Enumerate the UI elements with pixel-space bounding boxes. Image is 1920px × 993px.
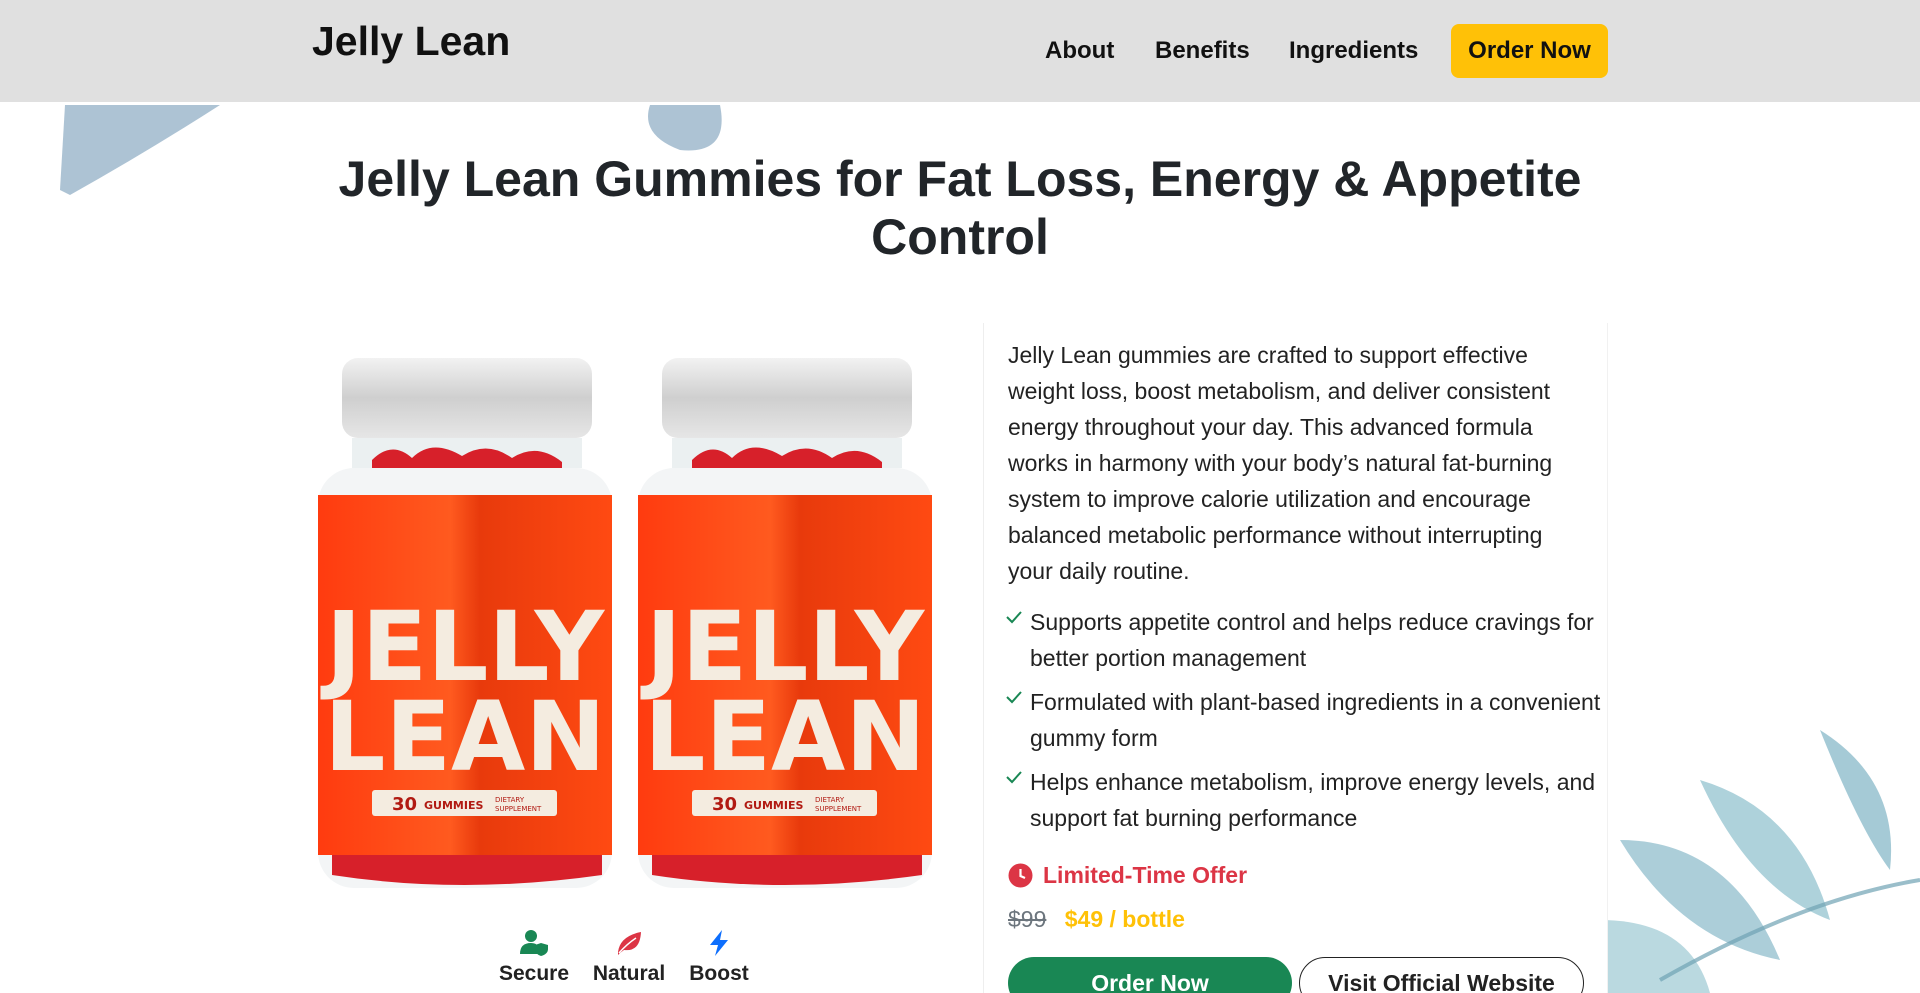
header-order-now-button[interactable]: Order Now	[1451, 24, 1608, 78]
decorative-leaf-bottom-right	[1600, 730, 1920, 993]
main-nav-3: Ingredients	[1289, 24, 1418, 78]
price-block: $99 $49 / bottle	[1008, 906, 1185, 933]
brand-logo[interactable]: Jelly Lean	[312, 18, 510, 65]
nav-link-about[interactable]: About	[1045, 37, 1114, 65]
jar-left-count: 30	[392, 794, 417, 815]
user-shield-icon	[520, 930, 548, 956]
jar-right-tag1: DIETARY	[815, 796, 845, 804]
nav-link-ingredients[interactable]: Ingredients	[1289, 37, 1418, 65]
jar-right-tag2: SUPPLEMENT	[815, 805, 862, 813]
product-jar-left: JELLY LEAN 30 GUMMIES DIETARY SUPPLEMENT	[318, 358, 612, 888]
list-item: Supports appetite control and helps redu…	[1006, 604, 1606, 676]
leaf-icon	[618, 932, 641, 955]
offer-label: Limited-Time Offer	[1043, 862, 1248, 888]
site-header: Jelly Lean About Benefits Ingredients Or…	[0, 0, 1920, 102]
list-item: Formulated with plant-based ingredients …	[1006, 684, 1606, 756]
price-new: $49 / bottle	[1064, 906, 1185, 932]
check-icon	[1006, 691, 1022, 704]
jar-left-line2: LEAN	[324, 681, 605, 793]
product-jar-right: JELLY LEAN 30 GUMMIES DIETARY SUPPLEMENT	[638, 358, 932, 888]
jar-right-line2: LEAN	[644, 681, 925, 793]
product-description: Jelly Lean gummies are crafted to suppor…	[1008, 342, 1553, 584]
bolt-icon	[710, 930, 728, 956]
jar-right-count: 30	[712, 794, 737, 815]
jar-left-count-label: GUMMIES	[424, 799, 483, 812]
visit-official-website-button[interactable]: Visit Official Website	[1299, 957, 1584, 993]
jar-right-count-label: GUMMIES	[744, 799, 803, 812]
benefit-text: Supports appetite control and helps redu…	[1030, 609, 1594, 671]
benefit-text: Helps enhance metabolism, improve energy…	[1030, 769, 1596, 831]
clock-icon	[1008, 863, 1033, 888]
product-image: JELLY LEAN 30 GUMMIES DIETARY SUPPLEMENT…	[318, 358, 932, 888]
benefit-text: Formulated with plant-based ingredients …	[1030, 689, 1601, 751]
main-nav: About	[1045, 24, 1114, 78]
limited-offer: Limited-Time Offer	[1008, 862, 1247, 889]
order-now-button[interactable]: Order Now	[1008, 957, 1292, 993]
main-nav-2: Benefits	[1155, 24, 1250, 78]
page-title: Jelly Lean Gummies for Fat Loss, Energy …	[338, 151, 1582, 265]
benefits-list: Supports appetite control and helps redu…	[1006, 604, 1606, 844]
badge-secure: Secure	[479, 928, 589, 986]
badge-boost: Boost	[664, 928, 774, 986]
list-item: Helps enhance metabolism, improve energy…	[1006, 764, 1606, 836]
check-icon	[1006, 771, 1022, 784]
badge-label-boost: Boost	[689, 962, 749, 985]
check-icon	[1006, 611, 1022, 624]
badge-label-secure: Secure	[498, 962, 570, 985]
jar-left-tag1: DIETARY	[495, 796, 525, 804]
nav-link-benefits[interactable]: Benefits	[1155, 37, 1250, 65]
price-old: $99	[1008, 906, 1047, 932]
jar-left-tag2: SUPPLEMENT	[495, 805, 542, 813]
